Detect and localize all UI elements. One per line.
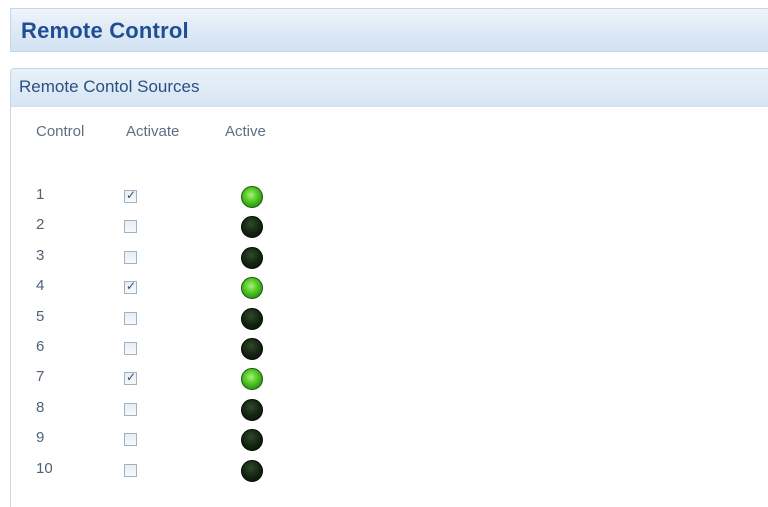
activate-checkbox-6[interactable] — [124, 342, 137, 355]
activate-checkbox-2[interactable] — [124, 220, 137, 234]
activate-checkbox-9[interactable] — [124, 433, 137, 447]
active-led-on-icon — [241, 186, 263, 208]
control-row-9: 9 — [0, 425, 400, 455]
control-column-header: Control — [36, 123, 85, 140]
control-row-5: 5 — [0, 304, 400, 334]
active-led-off-icon — [241, 398, 263, 421]
activate-checkbox-10[interactable] — [124, 463, 137, 477]
activate-checkbox-7[interactable] — [124, 370, 137, 386]
activate-checkbox-3[interactable] — [124, 250, 137, 264]
page-title: Remote Control — [21, 18, 189, 43]
panel-title: Remote Contol Sources — [19, 77, 200, 96]
activate-column-header: Activate — [126, 123, 180, 140]
control-number: 4 — [36, 277, 45, 295]
activate-checkbox-5[interactable] — [124, 311, 137, 325]
active-led-on-icon — [241, 277, 263, 300]
activate-checkbox-1[interactable] — [124, 188, 137, 203]
remote-control-page: Remote Control Remote Contol Sources Con… — [0, 0, 768, 507]
page-title-bar: Remote Control — [10, 8, 768, 52]
active-led-off-icon — [241, 459, 263, 482]
control-number: 8 — [36, 398, 45, 416]
active-led-off-icon — [241, 307, 263, 330]
active-led-off-icon — [241, 216, 263, 239]
control-row-8: 8 — [0, 395, 400, 425]
control-number: 3 — [36, 246, 45, 264]
activate-checkbox-8[interactable] — [124, 402, 137, 416]
active-led-off-icon — [241, 338, 263, 360]
control-row-7: 7 — [0, 364, 400, 394]
control-row-2: 2 — [0, 212, 400, 242]
control-number: 9 — [36, 429, 45, 447]
control-number: 10 — [36, 459, 53, 477]
activate-checkbox-4[interactable] — [124, 279, 137, 295]
control-number: 1 — [36, 186, 45, 203]
active-column-header: Active — [225, 123, 266, 140]
control-number: 5 — [36, 307, 45, 325]
panel-header: Remote Contol Sources — [11, 69, 768, 107]
active-led-off-icon — [241, 246, 263, 269]
control-row-4: 4 — [0, 273, 400, 303]
active-led-on-icon — [241, 368, 263, 391]
control-row-6: 6 — [0, 334, 400, 364]
control-row-10: 10 — [0, 456, 400, 486]
control-number: 2 — [36, 216, 45, 234]
control-row-3: 3 — [0, 243, 400, 273]
control-number: 7 — [36, 368, 45, 386]
control-row-1: 1 — [0, 182, 400, 212]
control-number: 6 — [36, 338, 45, 355]
active-led-off-icon — [241, 429, 263, 452]
